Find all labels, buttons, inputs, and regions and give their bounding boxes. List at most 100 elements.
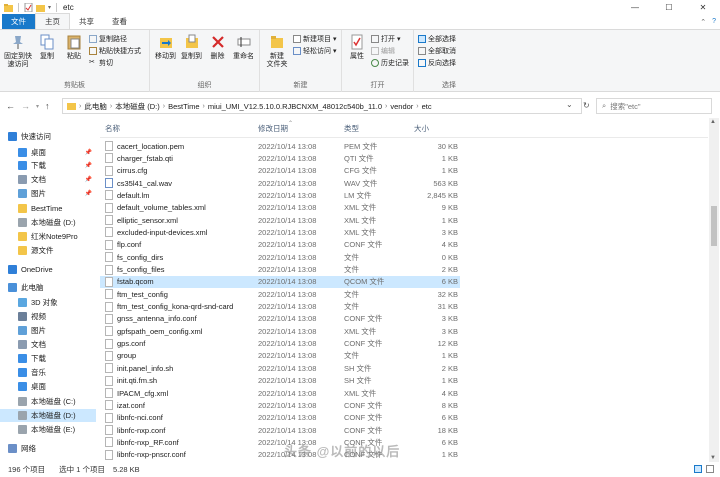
- file-row[interactable]: init.qti.fm.sh 2022/10/14 13:08 SH 文件 1 KB: [100, 375, 460, 387]
- cut-button[interactable]: ✂ 剪切: [89, 58, 141, 68]
- file-row[interactable]: elliptic_sensor.xml 2022/10/14 13:08 XML 文…: [100, 214, 460, 226]
- easy-access-button[interactable]: 轻松访问 ▾: [293, 46, 336, 56]
- sidebar-item[interactable]: 音乐: [0, 366, 96, 379]
- edit-button[interactable]: 编辑: [371, 46, 409, 56]
- sidebar-item[interactable]: 源文件: [0, 244, 96, 257]
- sidebar-item[interactable]: 文档 📌: [0, 173, 96, 186]
- column-size[interactable]: 大小: [414, 123, 429, 134]
- file-row[interactable]: excluded-input-devices.xml 2022/10/14 13:…: [100, 226, 460, 238]
- file-row[interactable]: fs_config_files 2022/10/14 13:08 文件 2 KB: [100, 264, 460, 276]
- history-button[interactable]: 历史记录: [371, 58, 409, 68]
- details-view-icon[interactable]: [694, 465, 702, 473]
- file-row[interactable]: libnfc-nci.conf 2022/10/14 13:08 CONF 文件 6 …: [100, 412, 460, 424]
- sidebar-item-label: 文档: [31, 340, 46, 349]
- open-button[interactable]: 打开 ▾: [371, 34, 409, 44]
- sidebar-item-label: 本地磁盘 (C:): [31, 397, 76, 406]
- sidebar-item[interactable]: 网络: [0, 442, 96, 455]
- file-row[interactable]: cacert_location.pem 2022/10/14 13:08 PEM 文…: [100, 140, 460, 152]
- tab-share[interactable]: 共享: [70, 14, 103, 29]
- vertical-scrollbar[interactable]: ▲ ▼: [709, 118, 719, 462]
- file-row[interactable]: cs35l41_cal.wav 2022/10/14 13:08 WAV 文件 563…: [100, 177, 460, 189]
- customize-toolbar-icon[interactable]: ▾: [48, 4, 51, 11]
- forward-arrow-icon[interactable]: →: [21, 101, 30, 111]
- sidebar-item[interactable]: OneDrive: [0, 263, 96, 276]
- sidebar-item[interactable]: BestTime: [0, 202, 96, 215]
- scroll-up-icon[interactable]: ▲: [710, 119, 716, 125]
- file-row[interactable]: izat.conf 2022/10/14 13:08 CONF 文件 8 KB: [100, 399, 460, 411]
- sidebar-item[interactable]: 本地磁盘 (E:): [0, 423, 96, 436]
- scrollbar-thumb[interactable]: [711, 206, 717, 246]
- file-row[interactable]: libnfc-nxp_RF.conf 2022/10/14 13:08 CONF 文…: [100, 436, 460, 448]
- sidebar-item[interactable]: 本地磁盘 (D:): [0, 409, 96, 422]
- file-row[interactable]: libnfc-nxp.conf 2022/10/14 13:08 CONF 文件 18…: [100, 424, 460, 436]
- file-icon: [105, 239, 113, 250]
- file-row[interactable]: fs_config_dirs 2022/10/14 13:08 文件 0 KB: [100, 251, 460, 263]
- new-item-button[interactable]: 新建项目 ▾: [293, 34, 336, 44]
- collapse-ribbon-icon[interactable]: ⌃: [700, 18, 706, 26]
- paste-shortcut-button[interactable]: 粘贴快捷方式: [89, 46, 141, 56]
- recent-locations-icon[interactable]: ▾: [36, 101, 39, 111]
- properties-icon[interactable]: [24, 2, 33, 13]
- file-row[interactable]: gnss_antenna_info.conf 2022/10/14 13:08 CO…: [100, 313, 460, 325]
- file-row[interactable]: default_volume_tables.xml 2022/10/14 13:0…: [100, 202, 460, 214]
- file-row[interactable]: fstab.qcom 2022/10/14 13:08 QCOM 文件 6 KB: [100, 275, 460, 288]
- tab-view[interactable]: 查看: [103, 14, 136, 29]
- select-all-button[interactable]: 全部选择: [418, 34, 456, 44]
- up-arrow-icon[interactable]: ↑: [45, 101, 50, 111]
- sidebar-item[interactable]: 文档: [0, 338, 96, 351]
- breadcrumb-item[interactable]: etc: [422, 102, 432, 111]
- sidebar-item[interactable]: 图片: [0, 324, 96, 337]
- file-row[interactable]: charger_fstab.qti 2022/10/14 13:08 QTI 文件 1…: [100, 152, 460, 164]
- file-row[interactable]: default.lm 2022/10/14 13:08 LM 文件 2,845 KB: [100, 189, 460, 201]
- sidebar-item[interactable]: 本地磁盘 (D:): [0, 216, 96, 229]
- tab-home[interactable]: 主页: [35, 13, 70, 29]
- copy-path-button[interactable]: 复制路径: [89, 34, 141, 44]
- scroll-down-icon[interactable]: ▼: [710, 455, 716, 461]
- sidebar-item[interactable]: 红米Note9Pro: [0, 230, 96, 243]
- file-row[interactable]: ftm_test_config 2022/10/14 13:08 文件 32 KB: [100, 288, 460, 300]
- sidebar-item[interactable]: 桌面: [0, 380, 96, 393]
- select-none-button[interactable]: 全部取消: [418, 46, 456, 56]
- column-name[interactable]: 名称: [105, 123, 120, 134]
- sidebar-item[interactable]: 桌面 📌: [0, 146, 96, 159]
- file-row[interactable]: flp.conf 2022/10/14 13:08 CONF 文件 4 KB: [100, 239, 460, 251]
- sidebar-item[interactable]: 3D 对象: [0, 296, 96, 309]
- sidebar-item[interactable]: 此电脑: [0, 281, 96, 294]
- refresh-icon[interactable]: ↻: [583, 101, 590, 110]
- large-icons-view-icon[interactable]: [706, 465, 714, 473]
- file-row[interactable]: ftm_test_config_kona-qrd-snd-card 2022/10…: [100, 301, 460, 313]
- file-row[interactable]: cirrus.cfg 2022/10/14 13:08 CFG 文件 1 KB: [100, 165, 460, 177]
- sidebar-item[interactable]: 下载: [0, 352, 96, 365]
- search-input[interactable]: ⌕ 搜索"etc": [596, 98, 712, 114]
- address-dropdown-icon[interactable]: ⌄: [566, 100, 573, 109]
- file-row[interactable]: gpfspath_oem_config.xml 2022/10/14 13:08 X…: [100, 325, 460, 337]
- breadcrumb-item[interactable]: BestTime: [168, 102, 199, 111]
- column-date[interactable]: 修改日期: [258, 123, 288, 134]
- sidebar-item[interactable]: 本地磁盘 (C:): [0, 395, 96, 408]
- sidebar-item[interactable]: 图片 📌: [0, 187, 96, 200]
- sidebar-item[interactable]: 快速访问: [0, 130, 96, 143]
- column-type[interactable]: 类型: [344, 123, 359, 134]
- breadcrumb-item[interactable]: vendor: [390, 102, 413, 111]
- breadcrumb-item[interactable]: 本地磁盘 (D:): [115, 101, 160, 112]
- file-row[interactable]: init.panel_info.sh 2022/10/14 13:08 SH 文件 2…: [100, 362, 460, 374]
- file-row[interactable]: gps.conf 2022/10/14 13:08 CONF 文件 12 KB: [100, 338, 460, 350]
- back-arrow-icon[interactable]: ←: [6, 101, 15, 111]
- maximize-button[interactable]: ☐: [652, 0, 686, 15]
- help-icon[interactable]: ?: [712, 18, 716, 26]
- invert-selection-button[interactable]: 反向选择: [418, 58, 456, 68]
- close-button[interactable]: ✕: [686, 0, 720, 15]
- sidebar-item[interactable]: 下载 📌: [0, 159, 96, 172]
- file-row[interactable]: group 2022/10/14 13:08 文件 1 KB: [100, 350, 460, 362]
- file-size: 3 KB: [441, 314, 458, 324]
- new-folder-icon[interactable]: [36, 3, 45, 12]
- breadcrumb-item[interactable]: 此电脑: [84, 101, 107, 112]
- breadcrumb-item[interactable]: miui_UMI_V12.5.10.0.RJBCNXM_48012c540b_1…: [208, 102, 382, 111]
- sidebar-item[interactable]: 视频: [0, 310, 96, 323]
- file-date: 2022/10/14 13:08: [258, 425, 317, 435]
- minimize-button[interactable]: —: [618, 0, 652, 15]
- file-row[interactable]: libnfc-nxp-pnscr.conf 2022/10/14 13:08 CON…: [100, 449, 460, 460]
- file-row[interactable]: IPACM_cfg.xml 2022/10/14 13:08 XML 文件 4 KB: [100, 387, 460, 399]
- tab-file[interactable]: 文件: [2, 14, 35, 29]
- address-bar[interactable]: › 此电脑 › 本地磁盘 (D:) › BestTime › miui_UMI_…: [62, 98, 582, 114]
